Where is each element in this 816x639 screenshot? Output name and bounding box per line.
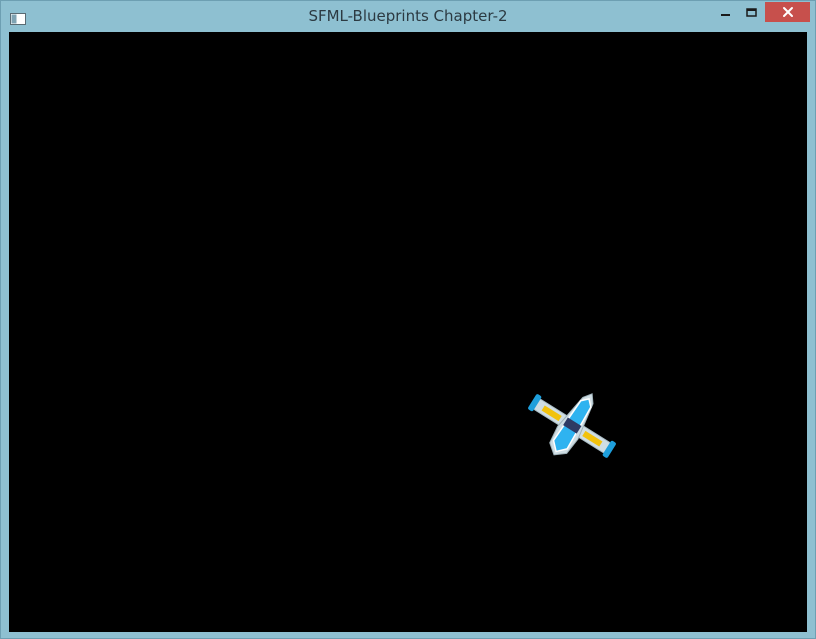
window-title: SFML-Blueprints Chapter-2 <box>308 7 508 25</box>
title-bar[interactable]: SFML-Blueprints Chapter-2 <box>1 1 815 32</box>
minimize-icon <box>721 3 731 22</box>
minimize-button[interactable] <box>713 2 739 22</box>
maximize-button[interactable] <box>739 2 765 22</box>
close-button[interactable] <box>765 2 810 22</box>
game-canvas[interactable] <box>9 32 807 632</box>
maximize-icon <box>746 3 758 22</box>
close-icon <box>782 3 794 22</box>
spaceship-icon <box>527 375 617 477</box>
app-window: SFML-Blueprints Chapter-2 <box>0 0 816 639</box>
